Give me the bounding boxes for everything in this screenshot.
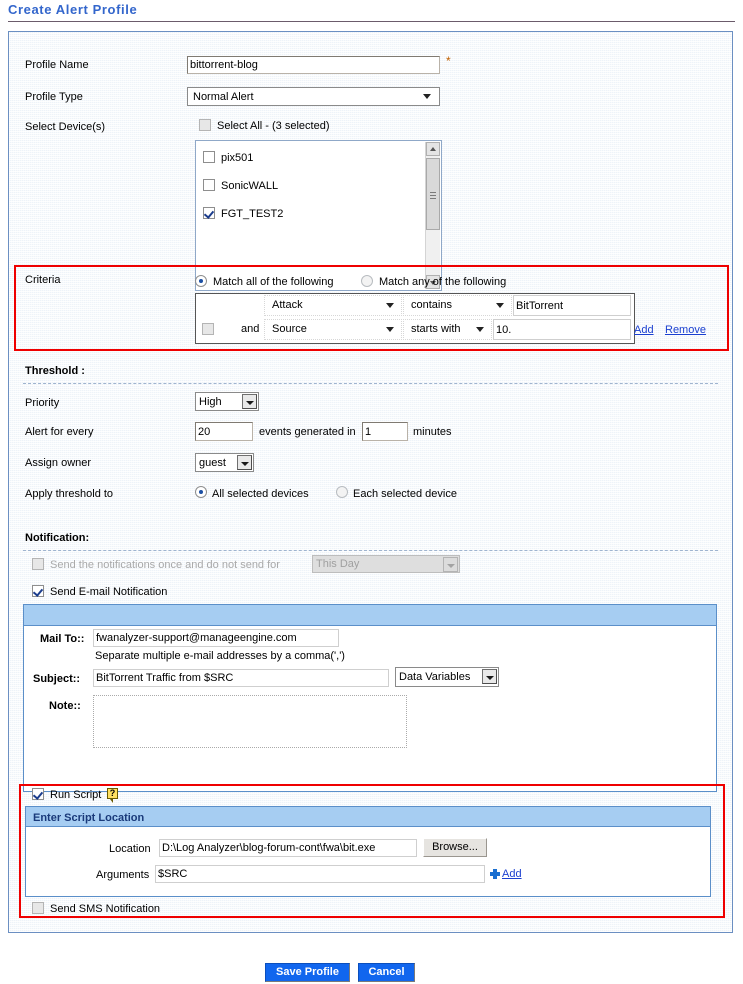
criteria-operator-value-1: starts with xyxy=(411,323,461,335)
send-once-label: Send the notifications once and do not s… xyxy=(50,559,280,571)
subject-input[interactable] xyxy=(93,669,389,687)
chevron-up-icon xyxy=(430,147,436,151)
apply-all-devices-label: All selected devices xyxy=(212,488,309,500)
send-email-label: Send E-mail Notification xyxy=(50,586,168,598)
script-add-link[interactable]: Add xyxy=(502,868,522,880)
profile-name-input[interactable] xyxy=(187,56,440,74)
assign-owner-label: Assign owner xyxy=(25,457,92,469)
priority-label: Priority xyxy=(25,397,60,409)
threshold-section-label: Threshold : xyxy=(25,365,85,377)
priority-chevron-down-icon[interactable] xyxy=(242,394,257,409)
criteria-row-checkbox-1[interactable] xyxy=(202,323,214,335)
priority-value: High xyxy=(199,396,222,408)
script-location-title: Enter Script Location xyxy=(33,812,145,824)
criteria-field-value-1: Source xyxy=(272,323,307,335)
notification-section-label: Notification: xyxy=(25,532,90,544)
send-once-checkbox[interactable] xyxy=(32,558,44,570)
criteria-value-input-1[interactable] xyxy=(493,319,631,340)
criteria-field-value-0: Attack xyxy=(272,299,303,311)
apply-all-devices-radio[interactable] xyxy=(195,486,207,498)
page-title: Create Alert Profile xyxy=(8,2,138,17)
note-label: Note:: xyxy=(49,700,81,712)
cancel-button[interactable]: Cancel xyxy=(358,963,415,982)
run-script-label: Run Script xyxy=(50,789,102,801)
script-arguments-label: Arguments xyxy=(96,869,150,881)
device-label-0: pix501 xyxy=(221,152,254,164)
criteria-operator-value-0: contains xyxy=(411,299,452,311)
events-count-input[interactable] xyxy=(195,422,253,441)
subject-label: Subject:: xyxy=(33,673,81,685)
criteria-label: Criteria xyxy=(25,274,61,286)
send-sms-label: Send SMS Notification xyxy=(50,903,161,915)
alert-for-every-label: Alert for every xyxy=(25,426,94,438)
note-textarea[interactable] xyxy=(93,695,407,748)
events-generated-in-label: events generated in xyxy=(259,426,356,438)
profile-type-value: Normal Alert xyxy=(193,91,254,103)
scroll-up-button[interactable] xyxy=(426,142,440,156)
device-checkbox-2[interactable] xyxy=(203,207,215,219)
send-email-checkbox[interactable] xyxy=(32,585,44,597)
help-icon[interactable]: ? xyxy=(107,788,118,803)
run-script-checkbox[interactable] xyxy=(32,788,44,800)
data-variables-value: Data Variables xyxy=(399,671,471,683)
send-once-period-chevron-down-icon xyxy=(443,557,458,572)
match-any-label: Match any of the following xyxy=(379,276,507,288)
apply-each-device-radio[interactable] xyxy=(336,486,348,498)
match-any-radio[interactable] xyxy=(361,275,373,287)
device-label-1: SonicWALL xyxy=(221,180,279,192)
select-all-checkbox[interactable] xyxy=(199,119,211,131)
minutes-input[interactable] xyxy=(362,422,408,441)
script-location-input[interactable] xyxy=(159,839,417,857)
create-alert-profile-panel: Profile Name * Profile Type Normal Alert… xyxy=(8,31,733,933)
device-checkbox-0[interactable] xyxy=(203,151,215,163)
send-sms-checkbox[interactable] xyxy=(32,902,44,914)
criteria-joiner-1: and xyxy=(241,323,260,335)
device-label-2: FGT_TEST2 xyxy=(221,208,284,220)
send-once-period-select: This Day xyxy=(312,555,460,573)
device-checkbox-1[interactable] xyxy=(203,179,215,191)
title-divider xyxy=(8,21,735,22)
save-profile-button[interactable]: Save Profile xyxy=(265,963,350,982)
profile-type-label: Profile Type xyxy=(25,91,83,103)
match-all-radio[interactable] xyxy=(195,275,207,287)
select-devices-label: Select Device(s) xyxy=(25,121,106,133)
send-once-period-value: This Day xyxy=(316,558,360,570)
select-all-label: Select All - (3 selected) xyxy=(217,120,330,132)
plus-icon xyxy=(490,869,500,879)
mail-to-input[interactable] xyxy=(93,629,339,647)
mail-to-label: Mail To:: xyxy=(40,633,85,645)
notification-divider xyxy=(23,550,718,551)
script-location-label: Location xyxy=(109,843,151,855)
match-all-label: Match all of the following xyxy=(213,276,334,288)
profile-name-label: Profile Name xyxy=(25,59,89,71)
profile-type-select[interactable]: Normal Alert xyxy=(187,87,440,106)
profile-name-required-mark: * xyxy=(446,54,451,68)
browse-button[interactable]: Browse... xyxy=(423,838,487,857)
mail-to-hint: Separate multiple e-mail addresses by a … xyxy=(95,650,345,662)
data-variables-chevron-down-icon[interactable] xyxy=(482,669,497,684)
criteria-value-input-0[interactable] xyxy=(513,295,631,316)
scroll-thumb[interactable] xyxy=(426,158,440,230)
criteria-remove-link[interactable]: Remove xyxy=(665,324,706,336)
assign-owner-chevron-down-icon[interactable] xyxy=(237,455,252,470)
apply-each-device-label: Each selected device xyxy=(353,488,457,500)
minutes-unit-label: minutes xyxy=(413,426,452,438)
script-arguments-input[interactable] xyxy=(155,865,485,883)
assign-owner-value: guest xyxy=(199,457,226,469)
criteria-add-link[interactable]: Add xyxy=(634,324,654,336)
email-panel-header xyxy=(24,605,716,626)
apply-threshold-label: Apply threshold to xyxy=(25,488,114,500)
threshold-divider xyxy=(23,383,718,384)
